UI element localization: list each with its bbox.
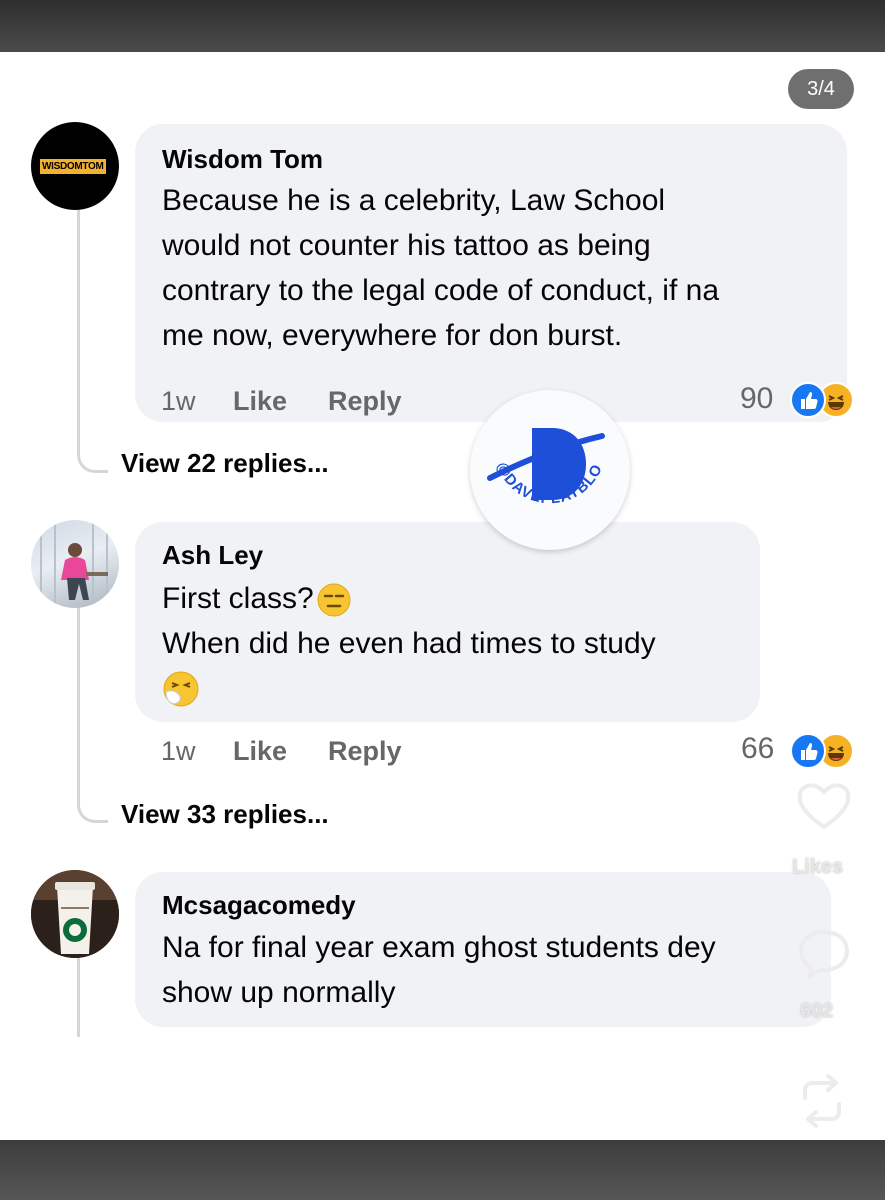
view-replies-link[interactable]: View 33 replies...	[121, 799, 329, 830]
comment-text: First class?	[162, 582, 314, 615]
thread-line	[77, 208, 80, 454]
avatar-photo	[40, 520, 108, 608]
avatar[interactable]	[31, 870, 119, 958]
comment-author[interactable]: Mcsagacomedy	[162, 890, 356, 921]
comment-text-line: Because he is a celebrity, Law School	[162, 184, 666, 217]
like-reaction-icon	[790, 733, 826, 769]
comment-bubble-icon[interactable]	[795, 926, 853, 980]
reaction-count[interactable]: 66	[741, 732, 774, 766]
comment-author[interactable]: Ash Ley	[162, 540, 263, 571]
comment-text-line: Na for final year exam ghost students de…	[162, 931, 716, 964]
likes-label: Likes	[792, 856, 844, 878]
like-button[interactable]: Like	[233, 386, 287, 417]
comment-text-line: contrary to the legal code of conduct, i…	[162, 274, 720, 307]
page-indicator: 3/4	[788, 69, 854, 109]
like-reaction-icon	[790, 382, 826, 418]
avatar[interactable]	[31, 520, 119, 608]
avatar-logo: WISDOMTOM	[40, 159, 106, 174]
comment-text-line: When did he even had times to study	[162, 627, 656, 660]
comment-text-line: would not counter his tattoo as being	[162, 229, 651, 262]
comment-text-line: First class?	[162, 576, 352, 621]
comment-text-line: me now, everywhere for don burst.	[162, 319, 623, 352]
thread-curve	[77, 802, 108, 823]
watermark-logo: @DAVEPLAYBLOGGER	[464, 377, 630, 550]
like-button[interactable]: Like	[233, 736, 287, 767]
avatar-photo	[31, 870, 119, 958]
heart-outline-icon[interactable]	[794, 779, 854, 833]
comment-author[interactable]: Wisdom Tom	[162, 144, 323, 175]
reaction-count[interactable]: 90	[740, 382, 773, 416]
thread-curve	[77, 452, 108, 473]
top-bar	[0, 0, 885, 52]
reply-button[interactable]: Reply	[328, 386, 402, 417]
comment-text-line: show up normally	[162, 976, 396, 1009]
comment-time: 1w	[161, 386, 196, 416]
comments-panel: 3/4 WISDOMTOM Wisdom Tom Because he is a…	[0, 52, 885, 1140]
reply-button[interactable]: Reply	[328, 736, 402, 767]
comment-time: 1w	[161, 736, 196, 766]
expressionless-emoji-icon	[316, 582, 352, 618]
comments-count: 602	[800, 1000, 834, 1022]
view-replies-link[interactable]: View 22 replies...	[121, 448, 329, 479]
avatar[interactable]: WISDOMTOM	[31, 122, 119, 210]
repost-icon[interactable]	[795, 1072, 849, 1130]
sneezing-emoji-icon	[162, 670, 200, 708]
bottom-bar	[0, 1140, 885, 1200]
